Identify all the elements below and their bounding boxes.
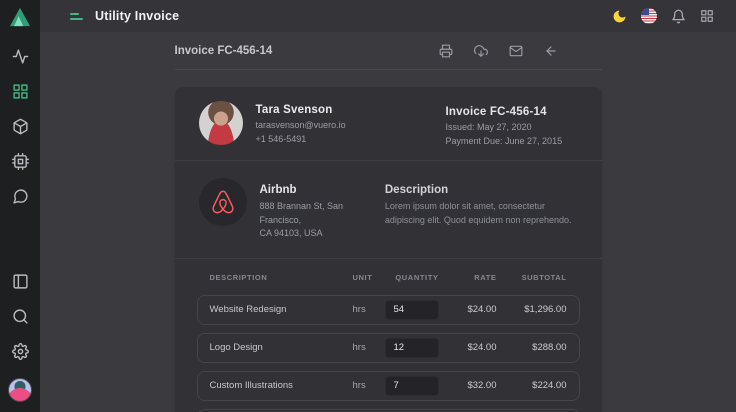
customer-section: Tara Svenson tarasvenson@vuero.io +1 546… [175,87,602,160]
header-subtotal: SUBTOTAL [497,273,567,282]
quantity-input[interactable] [385,300,439,320]
invoice-toolbar: Invoice FC-456-14 [175,32,602,70]
customer-name: Tara Svenson [256,104,346,116]
notifications-bell-icon[interactable] [671,9,686,24]
vuero-logo[interactable] [9,7,31,27]
dark-mode-moon-icon[interactable] [612,9,627,24]
toolbar-actions [439,44,602,58]
description-heading: Description [385,184,578,196]
panels-icon[interactable] [12,273,29,290]
invoice-due-date: Payment Due: June 27, 2015 [446,136,578,146]
search-icon[interactable] [12,308,29,325]
table-header-row: DESCRIPTION UNIT QUANTITY RATE SUBTOTAL [197,273,580,282]
description-body: Lorem ipsum dolor sit amet, consectetur … [385,200,578,228]
invoice-toolbar-title: Invoice FC-456-14 [175,45,273,57]
company-address-line1: 888 Brannan St, San Francisco, [260,201,344,225]
customer-avatar [199,101,243,145]
quantity-input[interactable] [385,376,439,396]
activity-icon[interactable] [12,48,29,65]
item-rate: $24.00 [439,342,497,353]
navbar-actions [612,8,714,24]
item-subtotal: $288.00 [497,342,567,353]
email-icon[interactable] [509,44,523,58]
item-description: Custom Illustrations [210,380,353,391]
top-navbar: Utility Invoice [40,0,736,32]
user-avatar[interactable] [8,378,32,402]
item-unit: hrs [353,380,379,391]
item-subtotal: $224.00 [497,380,567,391]
airbnb-logo-icon [199,178,247,226]
item-description: Logo Design [210,342,353,353]
items-section: DESCRIPTION UNIT QUANTITY RATE SUBTOTAL … [175,259,602,412]
header-rate: RATE [439,273,497,282]
table-row: Logo Design hrs $24.00 $288.00 [197,333,580,363]
table-row-partial [197,409,580,412]
menu-toggle-icon[interactable] [70,13,83,20]
invoice-card: Tara Svenson tarasvenson@vuero.io +1 546… [175,87,602,412]
invoice-number: Invoice FC-456-14 [446,106,578,118]
item-unit: hrs [353,342,379,353]
header-description: DESCRIPTION [210,273,353,282]
item-unit: hrs [353,304,379,315]
item-rate: $24.00 [439,304,497,315]
settings-gear-icon[interactable] [12,343,29,360]
invoice-issued-date: Issued: May 27, 2020 [446,122,578,132]
company-name: Airbnb [260,184,385,196]
quantity-input[interactable] [385,338,439,358]
apps-grid-icon[interactable] [700,9,714,23]
chat-bubble-icon[interactable] [12,188,29,205]
header-unit: UNIT [353,273,379,282]
company-section: Airbnb 888 Brannan St, San Francisco, CA… [175,161,602,258]
cpu-icon[interactable] [12,153,29,170]
dashboard-grid-icon[interactable] [12,83,29,100]
customer-phone: +1 546-5491 [256,134,346,144]
print-icon[interactable] [439,44,453,58]
cloud-download-icon[interactable] [474,44,488,58]
page-title: Utility Invoice [95,9,179,23]
item-rate: $32.00 [439,380,497,391]
table-row: Custom Illustrations hrs $32.00 $224.00 [197,371,580,401]
table-row: Website Redesign hrs $24.00 $1,296.00 [197,295,580,325]
company-address-line2: CA 94103, USA [260,228,323,238]
box-icon[interactable] [12,118,29,135]
item-description: Website Redesign [210,304,353,315]
icon-sidebar [0,0,40,412]
header-quantity: QUANTITY [379,273,439,282]
back-arrow-icon[interactable] [544,44,558,58]
language-flag-us-icon[interactable] [641,8,657,24]
customer-email: tarasvenson@vuero.io [256,120,346,130]
main-content: Invoice FC-456-14 [40,32,736,412]
item-subtotal: $1,296.00 [497,304,567,315]
